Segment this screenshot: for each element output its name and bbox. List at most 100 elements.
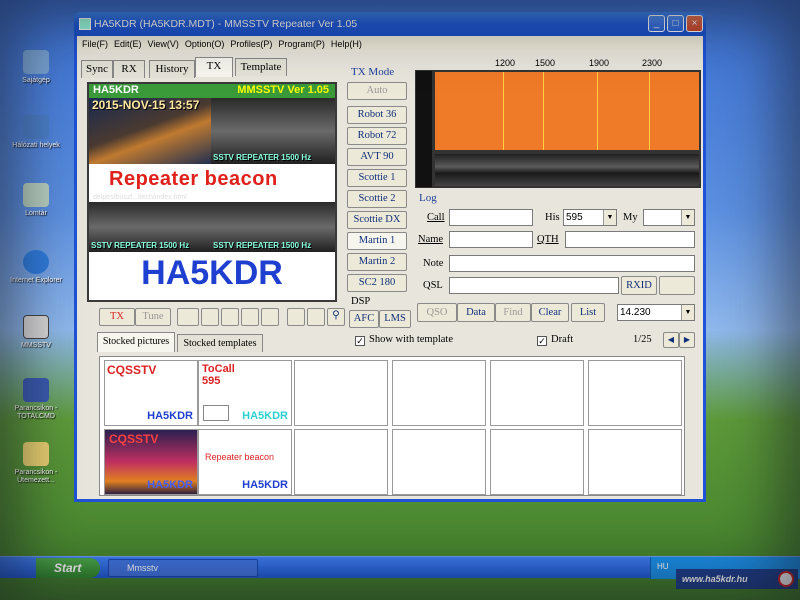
desktop-icon-recycle-bin[interactable]: Lomtár: [6, 183, 66, 218]
his-combo[interactable]: 595 ▼: [563, 209, 617, 226]
name-field[interactable]: [449, 231, 533, 248]
print-icon[interactable]: [287, 308, 305, 326]
rxid-options-icon[interactable]: [659, 276, 695, 295]
tune-button[interactable]: Tune: [135, 308, 171, 326]
next-page-button[interactable]: ▶: [679, 332, 695, 348]
maximize-button[interactable]: □: [667, 15, 684, 32]
tx-image-preview[interactable]: HA5KDR MMSSTV Ver 1.05 2015-NOV-15 13:57…: [87, 82, 337, 302]
list-button[interactable]: List: [571, 303, 605, 322]
menu-profiles[interactable]: Profiles(P): [227, 36, 275, 52]
computer-icon: [23, 50, 49, 74]
tab-history[interactable]: History: [149, 60, 195, 78]
call-field[interactable]: [449, 209, 533, 226]
camera-icon[interactable]: [177, 308, 199, 326]
prev-page-button[interactable]: ◀: [663, 332, 679, 348]
tab-tx[interactable]: TX: [195, 57, 233, 77]
draft-label: Draft: [551, 334, 574, 345]
mode-martin2-button[interactable]: Martin 2: [347, 253, 407, 271]
frequency-combo[interactable]: 14.230 ▼: [617, 304, 695, 321]
zoom-icon[interactable]: ⚲: [327, 308, 345, 326]
preview-date: 2015-NOV-15 13:57: [92, 98, 200, 112]
afc-button[interactable]: AFC: [349, 310, 379, 328]
thumb2-rst: 595: [202, 375, 221, 387]
close-button[interactable]: ×: [686, 15, 703, 32]
thumb-cqsstv[interactable]: CQSSTV HA5KDR: [104, 360, 198, 426]
thumb2-text: ToCall: [202, 363, 235, 375]
note-field[interactable]: [449, 255, 695, 272]
thumb-tocall[interactable]: ToCall 595 HA5KDR: [198, 360, 292, 426]
rxid-button[interactable]: RXID: [621, 276, 657, 295]
mode-martin1-button[interactable]: Martin 1: [347, 232, 407, 250]
mode-robot36-button[interactable]: Robot 36: [347, 106, 407, 124]
thumb-empty-3[interactable]: [490, 360, 584, 426]
data-button[interactable]: Data: [457, 303, 495, 322]
tab-stocked-templates[interactable]: Stocked templates: [177, 334, 263, 352]
preview-caption-3: SSTV REPEATER 1500 Hz: [213, 241, 312, 250]
thumb-cqsstv-sunset[interactable]: CQSSTV HA5KDR: [104, 429, 198, 495]
thumb-empty-1[interactable]: [294, 360, 388, 426]
menu-option[interactable]: Option(O): [182, 36, 228, 52]
thumb-repeater-beacon[interactable]: Repeater beacon HA5KDR: [198, 429, 292, 495]
copy-icon[interactable]: [201, 308, 219, 326]
desktop-icon-internet-explorer[interactable]: Internet Explorer: [6, 250, 66, 285]
waterfall-display[interactable]: [433, 152, 701, 188]
mode-avt90-button[interactable]: AVT 90: [347, 148, 407, 166]
scale-2300: 2300: [642, 58, 663, 68]
tab-template[interactable]: Template: [235, 58, 287, 76]
mmsstv-icon: [23, 315, 49, 339]
clear-image-icon[interactable]: [241, 308, 259, 326]
title-bar[interactable]: HA5KDR (HA5KDR.MDT) - MMSSTV Repeater Ve…: [74, 12, 706, 36]
qsl-field[interactable]: [449, 277, 619, 294]
thumb-empty-8[interactable]: [588, 429, 682, 495]
start-button[interactable]: Start: [36, 558, 100, 578]
spectrum-display[interactable]: [433, 70, 701, 152]
qso-button[interactable]: QSO: [417, 303, 457, 322]
mode-auto-button[interactable]: Auto: [347, 82, 407, 100]
lms-button[interactable]: LMS: [379, 310, 411, 328]
network-icon: [23, 115, 49, 139]
thumb-empty-5[interactable]: [294, 429, 388, 495]
tx-button[interactable]: TX: [99, 308, 135, 326]
taskbar-item-mmsstv[interactable]: Mmsstv: [108, 559, 258, 577]
chevron-down-icon[interactable]: ▼: [681, 210, 694, 225]
mode-scottiedx-button[interactable]: Scottie DX: [347, 211, 407, 229]
note-label: Note: [423, 258, 444, 269]
marker-2300: [649, 72, 650, 150]
language-indicator[interactable]: HU: [657, 562, 669, 571]
menu-edit[interactable]: Edit(E): [111, 36, 145, 52]
clear-button[interactable]: Clear: [531, 303, 569, 322]
show-with-template-checkbox[interactable]: ✓: [355, 336, 365, 346]
thumb-empty-6[interactable]: [392, 429, 486, 495]
draft-checkbox[interactable]: ✓: [537, 336, 547, 346]
thumb-empty-2[interactable]: [392, 360, 486, 426]
mode-scottie2-button[interactable]: Scottie 2: [347, 190, 407, 208]
grid-icon[interactable]: [261, 308, 279, 326]
desktop-icon-totalcmd[interactable]: Parancsikon - TOTALCMD: [6, 378, 66, 421]
my-combo[interactable]: ▼: [643, 209, 695, 226]
paste-icon[interactable]: [221, 308, 239, 326]
desktop-icon-my-computer[interactable]: Sajátgép: [6, 50, 66, 85]
menu-help[interactable]: Help(H): [328, 36, 365, 52]
menu-program[interactable]: Program(P): [275, 36, 328, 52]
desktop-icon-scheduler[interactable]: Parancsikon - Ütemezett...: [6, 442, 66, 485]
mode-scottie1-button[interactable]: Scottie 1: [347, 169, 407, 187]
tab-sync[interactable]: Sync: [81, 60, 113, 78]
desktop-icon-mmsstv[interactable]: MMSSTV: [6, 315, 66, 350]
qth-field[interactable]: [565, 231, 695, 248]
desktop-icon-network[interactable]: Hálózati helyek: [6, 115, 66, 150]
menu-file[interactable]: File(F): [77, 36, 111, 52]
scale-1200: 1200: [495, 58, 516, 68]
menu-view[interactable]: View(V): [145, 36, 182, 52]
chevron-down-icon[interactable]: ▼: [681, 305, 694, 320]
tab-stocked-pictures[interactable]: Stocked pictures: [97, 332, 175, 352]
find-button[interactable]: Find: [495, 303, 531, 322]
mode-sc2-180-button[interactable]: SC2 180: [347, 274, 407, 292]
mode-robot72-button[interactable]: Robot 72: [347, 127, 407, 145]
minimize-button[interactable]: _: [648, 15, 665, 32]
tab-rx[interactable]: RX: [113, 60, 145, 78]
thumb-empty-4[interactable]: [588, 360, 682, 426]
thumb4-callsign: HA5KDR: [242, 479, 288, 491]
folder-open-icon[interactable]: [307, 308, 325, 326]
thumb-empty-7[interactable]: [490, 429, 584, 495]
chevron-down-icon[interactable]: ▼: [603, 210, 616, 225]
